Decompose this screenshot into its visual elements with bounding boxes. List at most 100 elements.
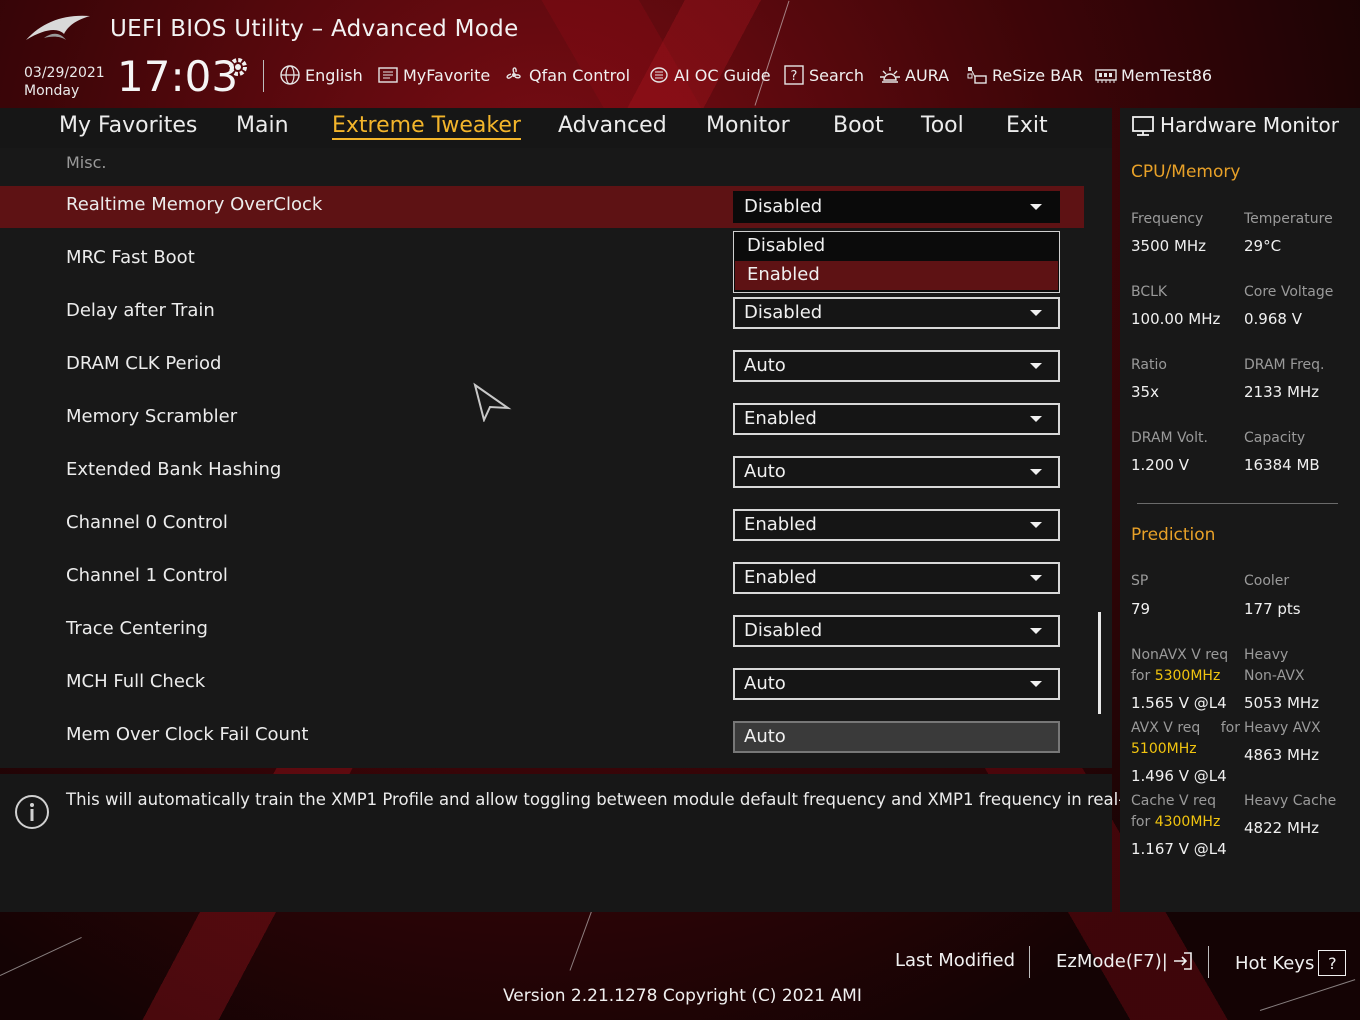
tab-main[interactable]: Main <box>236 113 289 138</box>
tool-label: MemTest86 <box>1121 65 1213 85</box>
tool-label: MyFavorite <box>403 65 491 85</box>
footer-divider <box>1208 946 1209 978</box>
tab-boot[interactable]: Boot <box>833 113 884 138</box>
sp-label: SP <box>1131 573 1149 589</box>
frequency-value: 3500 MHz <box>1131 237 1207 255</box>
setting-select[interactable]: Disabled <box>733 615 1060 647</box>
avx-freq: 5100MHz <box>1131 741 1197 757</box>
setting-select[interactable]: Enabled <box>733 562 1060 594</box>
setting-row-memory-scrambler[interactable]: Memory Scrambler Enabled <box>0 398 1084 440</box>
mouse-pointer-icon <box>473 382 512 422</box>
setting-row-channel-1-control[interactable]: Channel 1 Control Enabled <box>0 557 1084 599</box>
setting-select[interactable]: Auto <box>733 350 1060 382</box>
setting-row-dram-clk-period[interactable]: DRAM CLK Period Auto <box>0 345 1084 387</box>
setting-label: DRAM CLK Period <box>66 353 222 374</box>
hot-keys-button[interactable]: Hot Keys ? <box>1235 950 1347 976</box>
setting-label: Extended Bank Hashing <box>66 459 282 480</box>
date-display: 03/29/2021 Monday <box>24 64 105 100</box>
dram-freq-label: DRAM Freq. <box>1244 357 1325 373</box>
dram-freq-value: 2133 MHz <box>1244 383 1320 401</box>
select-value: Auto <box>744 461 786 482</box>
chevron-down-icon <box>1030 363 1042 369</box>
setting-label: Channel 1 Control <box>66 565 228 586</box>
exit-arrow-icon <box>1173 952 1192 970</box>
setting-select[interactable]: Disabled <box>733 191 1060 223</box>
dropdown-option-disabled[interactable]: Disabled <box>735 232 1058 261</box>
setting-label: Delay after Train <box>66 300 215 321</box>
tool-label: English <box>305 65 363 85</box>
scrollbar[interactable] <box>1098 612 1101 714</box>
setting-row-realtime-memory-overclock[interactable]: Realtime Memory OverClock Disabled <box>0 186 1084 228</box>
avx-voltage: 1.496 V @L4 <box>1131 767 1227 785</box>
header-divider <box>263 60 264 92</box>
setting-row-mem-over-clock-fail-count[interactable]: Mem Over Clock Fail Count Auto <box>0 716 1084 758</box>
setting-select[interactable]: Auto <box>733 668 1060 700</box>
section-divider <box>1137 503 1338 504</box>
section-label: Misc. <box>66 153 107 172</box>
hardware-monitor-panel: Hardware Monitor CPU/Memory Frequency Te… <box>1120 108 1360 912</box>
dropdown-option-enabled[interactable]: Enabled <box>735 261 1058 290</box>
chevron-down-icon <box>1030 575 1042 581</box>
tab-monitor[interactable]: Monitor <box>706 113 790 138</box>
memory-icon <box>1095 69 1117 83</box>
tool-ai-oc-guide[interactable]: AI OC Guide <box>648 62 771 88</box>
last-modified-button[interactable]: Last Modified <box>895 950 1015 971</box>
tab-tool[interactable]: Tool <box>921 113 964 138</box>
tool-label: AI OC Guide <box>674 65 771 85</box>
tab-my-favorites[interactable]: My Favorites <box>59 113 197 138</box>
tool-english[interactable]: English <box>279 62 363 88</box>
temperature-label: Temperature <box>1244 211 1333 227</box>
date-text: 03/29/2021 <box>24 65 105 81</box>
setting-row-mch-full-check[interactable]: MCH Full Check Auto <box>0 663 1084 705</box>
ezmode-button[interactable]: EzMode(F7)| <box>1056 950 1194 972</box>
setting-label: Realtime Memory OverClock <box>66 194 323 215</box>
temperature-value: 29°C <box>1244 237 1282 255</box>
core-voltage-value: 0.968 V <box>1244 310 1302 328</box>
rog-logo-icon <box>26 15 90 40</box>
setting-row-extended-bank-hashing[interactable]: Extended Bank Hashing Auto <box>0 451 1084 493</box>
ratio-value: 35x <box>1131 383 1159 401</box>
setting-select[interactable]: Enabled <box>733 509 1060 541</box>
help-description: This will automatically train the XMP1 P… <box>66 790 1167 809</box>
tab-exit[interactable]: Exit <box>1006 113 1048 138</box>
main-menu-tabs: My Favorites Main Extreme Tweaker Advanc… <box>0 108 1112 148</box>
tool-qfan-control[interactable]: Qfan Control <box>503 62 630 88</box>
setting-select[interactable]: Enabled <box>733 403 1060 435</box>
tool-memtest86[interactable]: MemTest86 <box>1095 62 1212 88</box>
cache-freq: 4300MHz <box>1154 814 1221 830</box>
setting-label: MRC Fast Boot <box>66 247 195 268</box>
for-text: for <box>1131 668 1151 684</box>
tool-search[interactable]: ? Search <box>783 62 864 88</box>
monitor-icon <box>1132 116 1154 136</box>
select-value: Enabled <box>744 514 817 535</box>
setting-select[interactable]: Auto <box>733 456 1060 488</box>
chevron-down-icon <box>1030 469 1042 475</box>
tab-extreme-tweaker[interactable]: Extreme Tweaker <box>332 113 521 140</box>
app-title: UEFI BIOS Utility – Advanced Mode <box>110 16 519 42</box>
setting-row-channel-0-control[interactable]: Channel 0 Control Enabled <box>0 504 1084 546</box>
chevron-down-icon <box>1030 681 1042 687</box>
nonavx-freq: 5300MHz <box>1154 668 1221 684</box>
help-panel: This will automatically train the XMP1 P… <box>0 774 1167 912</box>
tab-advanced[interactable]: Advanced <box>558 113 667 138</box>
heavy-cache-value: 4822 MHz <box>1244 819 1320 837</box>
gear-icon[interactable] <box>226 55 250 79</box>
prediction-heading: Prediction <box>1131 525 1216 545</box>
cache-for-line: for 4300MHz <box>1131 814 1220 830</box>
svg-text:?: ? <box>791 69 798 84</box>
favorite-list-icon <box>378 67 398 83</box>
hardware-monitor-title: Hardware Monitor <box>1160 113 1339 137</box>
setting-row-trace-centering[interactable]: Trace Centering Disabled <box>0 610 1084 652</box>
heavy-label: Heavy <box>1244 647 1289 663</box>
setting-select[interactable]: Disabled <box>733 297 1060 329</box>
cooler-value: 177 pts <box>1244 600 1301 618</box>
tool-aura[interactable]: AURA <box>879 62 949 88</box>
tool-myfavorite[interactable]: MyFavorite <box>377 62 490 88</box>
cooler-label: Cooler <box>1244 573 1290 589</box>
tool-resize-bar[interactable]: ReSize BAR <box>966 62 1083 88</box>
info-icon <box>15 795 49 829</box>
version-text: Version 2.21.1278 Copyright (C) 2021 AMI <box>503 986 862 1006</box>
setting-row-delay-after-train[interactable]: Delay after Train Disabled <box>0 292 1084 334</box>
select-value: Disabled <box>744 620 823 641</box>
tool-label: ReSize BAR <box>992 65 1084 85</box>
